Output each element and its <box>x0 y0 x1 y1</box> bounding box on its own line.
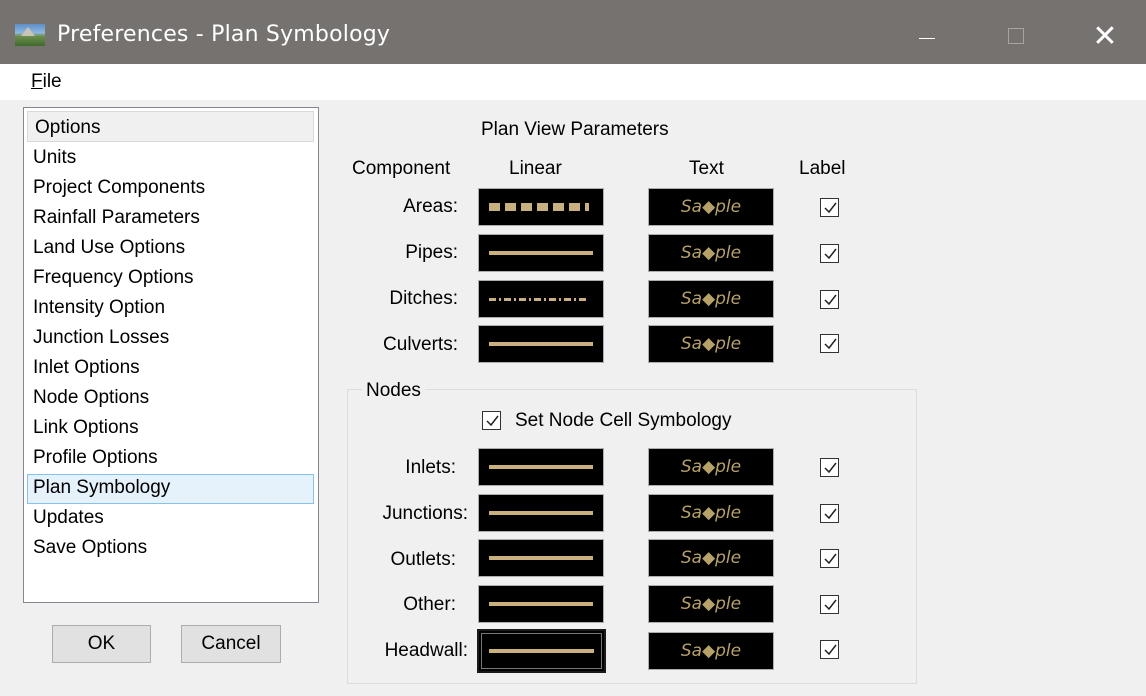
set-node-cell-checkbox[interactable] <box>482 411 501 430</box>
check-icon <box>824 553 837 565</box>
list-item-updates[interactable]: Updates <box>27 504 314 534</box>
ditches-text-swatch[interactable]: Sa◆ple <box>648 280 774 318</box>
row-label-inlets: Inlets: <box>405 457 456 478</box>
list-item-junction-losses[interactable]: Junction Losses <box>27 324 314 354</box>
window-title: Preferences - Plan Symbology <box>57 22 391 47</box>
list-item-inlet-options[interactable]: Inlet Options <box>27 354 314 384</box>
check-icon <box>824 202 837 214</box>
row-label-culverts: Culverts: <box>383 334 458 355</box>
headwall-label-checkbox[interactable] <box>820 640 839 659</box>
row-label-outlets: Outlets: <box>390 549 456 570</box>
check-icon <box>824 248 837 260</box>
culverts-linear-swatch[interactable] <box>478 325 604 363</box>
column-header-linear: Linear <box>509 158 562 179</box>
maximize-button[interactable] <box>996 16 1036 56</box>
plan-view-parameters-title: Plan View Parameters <box>481 119 669 140</box>
culverts-label-checkbox[interactable] <box>820 334 839 353</box>
row-label-pipes: Pipes: <box>405 242 458 263</box>
list-item-land-use-options[interactable]: Land Use Options <box>27 234 314 264</box>
options-list-header[interactable]: Options <box>27 111 314 142</box>
menu-file[interactable]: File <box>31 71 62 93</box>
cancel-button[interactable]: Cancel <box>181 625 281 663</box>
areas-linear-swatch[interactable] <box>478 188 604 226</box>
list-item-units[interactable]: Units <box>27 144 314 174</box>
row-label-areas: Areas: <box>403 196 458 217</box>
list-item-plan-symbology[interactable]: Plan Symbology <box>27 474 314 504</box>
outlets-text-swatch[interactable]: Sa◆ple <box>648 539 774 577</box>
app-landscape-icon <box>15 24 45 46</box>
check-icon <box>486 415 499 427</box>
maximize-icon <box>1008 28 1024 44</box>
headwall-text-swatch[interactable]: Sa◆ple <box>648 632 774 670</box>
row-label-ditches: Ditches: <box>389 288 458 309</box>
check-icon <box>824 508 837 520</box>
list-item-project-components[interactable]: Project Components <box>27 174 314 204</box>
minimize-button[interactable] <box>907 16 947 56</box>
column-header-text: Text <box>689 158 724 179</box>
list-item-link-options[interactable]: Link Options <box>27 414 314 444</box>
culverts-text-swatch[interactable]: Sa◆ple <box>648 325 774 363</box>
inlets-text-swatch[interactable]: Sa◆ple <box>648 448 774 486</box>
row-label-other: Other: <box>403 594 456 615</box>
ok-button[interactable]: OK <box>52 625 151 663</box>
other-text-swatch[interactable]: Sa◆ple <box>648 585 774 623</box>
headwall-linear-swatch[interactable] <box>477 629 606 673</box>
outlets-linear-swatch[interactable] <box>478 539 604 577</box>
options-list[interactable]: Options Units Project Components Rainfal… <box>23 107 319 603</box>
pipes-label-checkbox[interactable] <box>820 244 839 263</box>
areas-label-checkbox[interactable] <box>820 198 839 217</box>
set-node-cell-label[interactable]: Set Node Cell Symbology <box>515 410 732 432</box>
outlets-label-checkbox[interactable] <box>820 549 839 568</box>
row-label-headwall: Headwall: <box>384 640 468 661</box>
check-icon <box>824 294 837 306</box>
check-icon <box>824 338 837 350</box>
other-linear-swatch[interactable] <box>478 585 604 623</box>
junctions-label-checkbox[interactable] <box>820 504 839 523</box>
preferences-window: Preferences - Plan Symbology ✕ File Opti… <box>0 0 1146 696</box>
menu-bar: File <box>0 64 1146 100</box>
inlets-label-checkbox[interactable] <box>820 458 839 477</box>
pipes-linear-swatch[interactable] <box>478 234 604 272</box>
junctions-linear-swatch[interactable] <box>478 494 604 532</box>
close-button[interactable]: ✕ <box>1085 16 1125 56</box>
row-label-junctions: Junctions: <box>382 503 468 524</box>
ditches-label-checkbox[interactable] <box>820 290 839 309</box>
close-icon: ✕ <box>1092 18 1118 54</box>
column-header-component: Component <box>352 158 451 179</box>
pipes-text-swatch[interactable]: Sa◆ple <box>648 234 774 272</box>
check-icon <box>824 599 837 611</box>
list-item-intensity-option[interactable]: Intensity Option <box>27 294 314 324</box>
check-icon <box>824 462 837 474</box>
ditches-linear-swatch[interactable] <box>478 280 604 318</box>
junctions-text-swatch[interactable]: Sa◆ple <box>648 494 774 532</box>
title-bar[interactable]: Preferences - Plan Symbology ✕ <box>0 0 1146 64</box>
list-item-frequency-options[interactable]: Frequency Options <box>27 264 314 294</box>
nodes-group-legend: Nodes <box>362 380 425 402</box>
other-label-checkbox[interactable] <box>820 595 839 614</box>
minimize-icon <box>919 37 935 39</box>
list-item-save-options[interactable]: Save Options <box>27 534 314 564</box>
list-item-node-options[interactable]: Node Options <box>27 384 314 414</box>
inlets-linear-swatch[interactable] <box>478 448 604 486</box>
column-header-label: Label <box>799 158 846 179</box>
areas-text-swatch[interactable]: Sa◆ple <box>648 188 774 226</box>
list-item-profile-options[interactable]: Profile Options <box>27 444 314 474</box>
check-icon <box>824 644 837 656</box>
list-item-rainfall-parameters[interactable]: Rainfall Parameters <box>27 204 314 234</box>
